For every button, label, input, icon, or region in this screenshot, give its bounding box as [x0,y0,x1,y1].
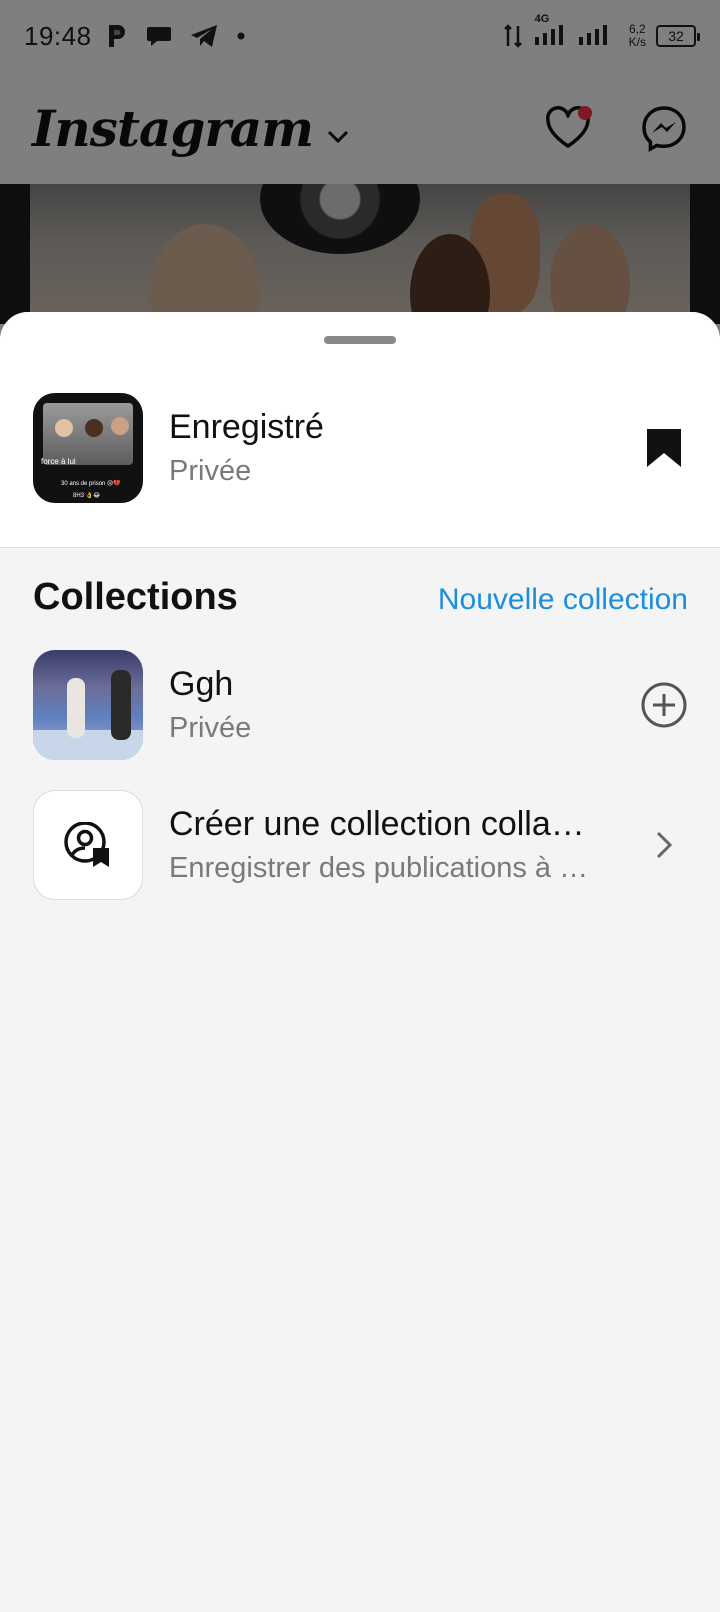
collection-thumbnail [33,650,143,760]
collab-text: Créer une collection colla… Enregistrer … [169,805,640,885]
saved-row[interactable]: force à lui 30 ans de prison 😢💔 8H3 👌😂 E… [33,393,688,503]
collections-title: Collections [33,576,238,618]
chevron-right-button[interactable] [640,821,688,869]
saved-text: Enregistré Privée [169,408,640,488]
collab-subtitle: Enregistrer des publications à … [169,852,589,884]
thumb-caption: 8H3 👌😂 [73,493,101,499]
saved-title: Enregistré [169,408,324,446]
add-to-collection-button[interactable] [640,681,688,729]
thumb-caption: force à lui [41,457,76,466]
collab-bookmark-icon [64,822,109,867]
collection-item[interactable]: Ggh Privée [33,650,688,760]
collections-header: Collections Nouvelle collection [33,576,688,619]
save-bottom-sheet: force à lui 30 ans de prison 😢💔 8H3 👌😂 E… [0,312,720,1612]
saved-section: force à lui 30 ans de prison 😢💔 8H3 👌😂 E… [0,312,720,548]
plus-circle-icon [641,682,687,728]
collab-thumbnail [33,790,143,900]
saved-thumbnail: force à lui 30 ans de prison 😢💔 8H3 👌😂 [33,393,143,503]
drag-handle[interactable] [324,336,396,344]
new-collection-link[interactable]: Nouvelle collection [438,583,688,617]
collab-title: Créer une collection colla… [169,805,585,843]
saved-toggle-button[interactable] [640,424,688,472]
saved-privacy: Privée [169,455,252,487]
collection-title: Ggh [169,665,234,703]
thumb-caption: 30 ans de prison 😢💔 [61,481,121,487]
create-collab-collection-row[interactable]: Créer une collection colla… Enregistrer … [33,790,688,900]
bookmark-filled-icon [647,429,681,467]
collection-privacy: Privée [169,712,252,744]
chevron-right-icon [656,831,673,859]
collection-text: Ggh Privée [169,665,640,745]
